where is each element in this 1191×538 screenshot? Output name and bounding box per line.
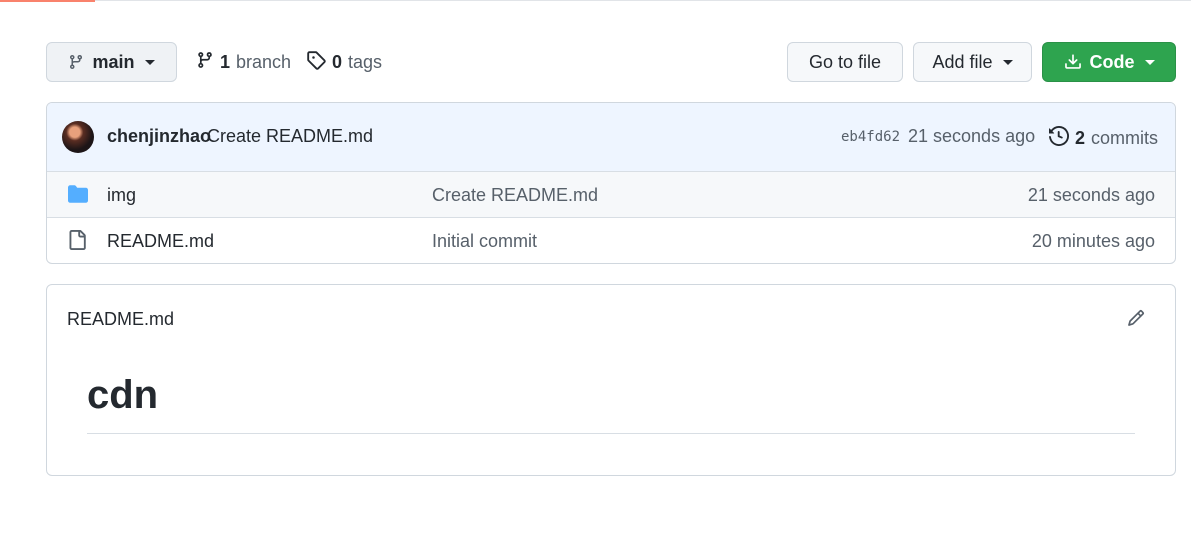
file-row[interactable]: README.md Initial commit 20 minutes ago: [47, 218, 1175, 263]
branch-label: branch: [236, 51, 292, 72]
git-branch-icon: [68, 54, 84, 70]
page-load-progress: [0, 0, 95, 2]
go-to-file-label: Go to file: [808, 51, 882, 72]
branch-name: main: [92, 51, 135, 72]
tag-icon: [306, 50, 326, 75]
file-commit-age: 21 seconds ago: [1027, 185, 1155, 205]
history-icon: [1049, 125, 1070, 151]
commits-count: 2: [1075, 128, 1086, 148]
file-row[interactable]: img Create README.md 21 seconds ago: [47, 172, 1175, 218]
commit-time: 21 seconds ago: [908, 126, 1036, 146]
commits-history-link[interactable]: 2 commits: [1049, 125, 1159, 151]
chevron-down-icon: [1002, 59, 1013, 65]
commits-label: commits: [1091, 128, 1159, 148]
tag-count: 0: [332, 51, 343, 72]
file-commit-message-link[interactable]: Create README.md: [432, 185, 598, 206]
readme-heading: cdn: [87, 373, 159, 417]
branches-link[interactable]: 1 branch: [196, 50, 291, 74]
top-divider: [95, 0, 1191, 1]
avatar[interactable]: [62, 121, 94, 153]
folder-icon: [67, 184, 89, 209]
chevron-down-icon: [1144, 59, 1155, 65]
readme-title-link[interactable]: README.md: [67, 309, 174, 330]
download-icon: [1064, 53, 1082, 71]
code-button[interactable]: Code: [1042, 42, 1176, 82]
tags-link[interactable]: 0 tags: [306, 50, 382, 74]
latest-commit-bar: chenjinzhao Create README.md eb4fd62 21 …: [47, 103, 1175, 172]
add-file-label: Add file: [932, 51, 993, 72]
commit-message-link[interactable]: Create README.md: [207, 126, 373, 147]
chevron-down-icon: [144, 59, 155, 65]
file-commit-age: 20 minutes ago: [1031, 231, 1155, 251]
commit-author-link[interactable]: chenjinzhao: [107, 126, 211, 147]
file-name-link[interactable]: README.md: [107, 231, 214, 252]
heading-divider: [87, 433, 1135, 434]
file-name-link[interactable]: img: [107, 185, 136, 206]
branch-select-button[interactable]: main: [46, 42, 177, 82]
tag-label: tags: [348, 51, 383, 72]
file-commit-message-link[interactable]: Initial commit: [432, 231, 537, 252]
pencil-icon[interactable]: [1127, 309, 1145, 332]
go-to-file-button[interactable]: Go to file: [787, 42, 903, 82]
git-branch-icon: [196, 51, 214, 74]
code-label: Code: [1089, 51, 1135, 72]
file-icon: [67, 230, 87, 255]
readme-panel: README.md cdn: [46, 284, 1176, 476]
commit-sha-link[interactable]: eb4fd62: [841, 129, 900, 145]
add-file-button[interactable]: Add file: [913, 42, 1032, 82]
branch-count: 1: [220, 51, 231, 72]
file-browser: chenjinzhao Create README.md eb4fd62 21 …: [46, 102, 1176, 264]
